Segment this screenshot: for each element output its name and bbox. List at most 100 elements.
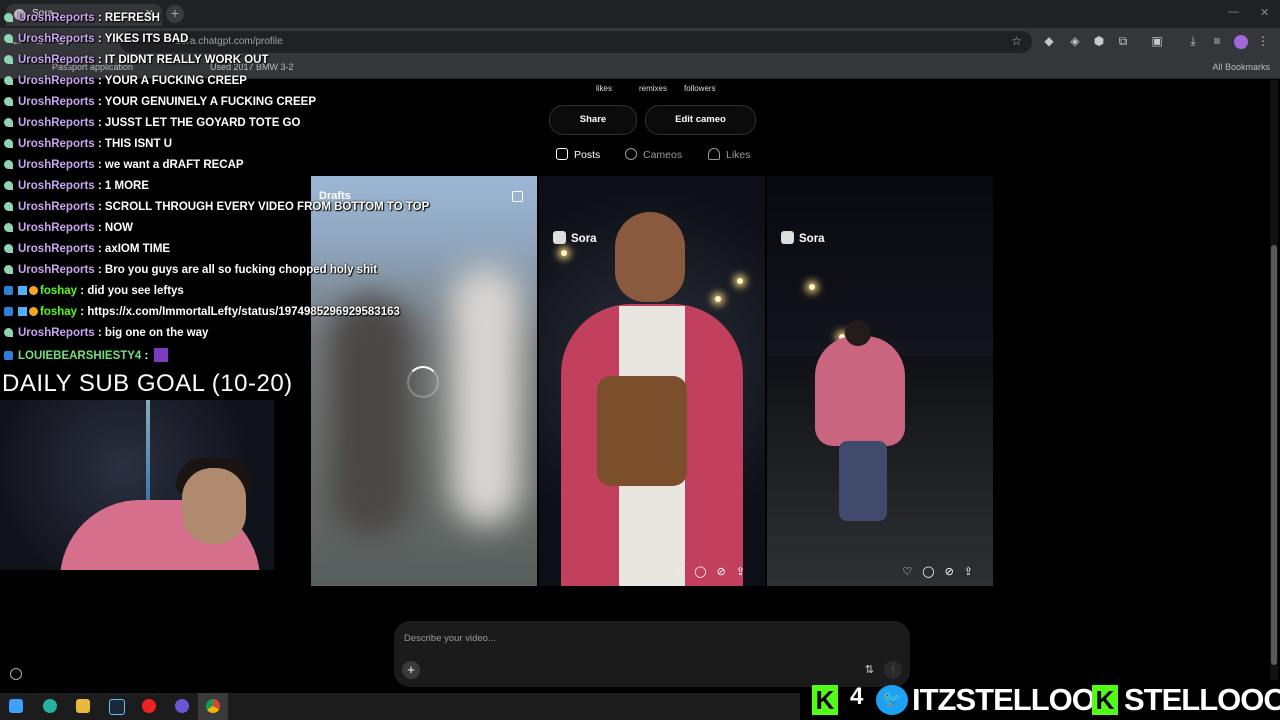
- chat-badge-icon: [4, 286, 13, 295]
- chat-username[interactable]: UroshReports: [18, 54, 95, 66]
- tab-posts[interactable]: Posts: [556, 148, 600, 161]
- chat-text: JUSST LET THE GOYARD TOTE GO: [104, 117, 301, 129]
- close-window-icon[interactable]: ✕: [1260, 6, 1269, 19]
- extensions-puzzle-icon[interactable]: ⧉: [1116, 34, 1130, 48]
- chat-message: foshay : https://x.com/ImmortalLefty/sta…: [0, 306, 420, 327]
- chat-text: 1 MORE: [104, 180, 150, 192]
- comment-icon[interactable]: ◯: [922, 566, 944, 578]
- chat-username[interactable]: UroshReports: [18, 159, 95, 171]
- chat-badge-icon: [4, 265, 13, 274]
- video-card[interactable]: Sora ♡◯⊘⇪: [539, 176, 765, 586]
- remix-icon[interactable]: ⊘: [717, 566, 736, 578]
- chat-separator: :: [94, 243, 105, 255]
- chat-separator: :: [94, 117, 105, 129]
- chat-separator: :: [94, 159, 105, 171]
- minimize-icon[interactable]: —: [1228, 6, 1239, 18]
- chat-username[interactable]: UroshReports: [18, 96, 95, 108]
- socials-banner: K 4 🐦 ITZSTELLOO K STELLOOO: [812, 681, 1280, 718]
- video-card[interactable]: Sora ♡◯⊘⇪: [767, 176, 993, 586]
- chat-username[interactable]: UroshReports: [18, 264, 95, 276]
- chat-badge-icon: [4, 160, 13, 169]
- menu-icon[interactable]: ⋮: [1256, 34, 1270, 48]
- share-icon[interactable]: ⇪: [964, 566, 983, 578]
- twitter-bird-icon: 🐦: [876, 685, 908, 715]
- followers-label[interactable]: followers: [684, 84, 716, 93]
- edge-icon[interactable]: [43, 699, 57, 713]
- discord-icon[interactable]: [175, 699, 189, 713]
- chat-username[interactable]: UroshReports: [18, 180, 95, 192]
- chat-message: UroshReports : JUSST LET THE GOYARD TOTE…: [0, 117, 420, 138]
- start-icon[interactable]: [9, 699, 23, 713]
- bookmark-star-icon[interactable]: ☆: [1011, 34, 1022, 48]
- chat-username[interactable]: UroshReports: [18, 327, 95, 339]
- shield-extension-icon[interactable]: ⬢: [1092, 34, 1106, 48]
- chat-text: big one on the way: [104, 327, 209, 339]
- chat-username[interactable]: UroshReports: [18, 117, 95, 129]
- tab-likes[interactable]: Likes: [708, 148, 751, 161]
- chat-username[interactable]: foshay: [40, 285, 77, 297]
- edit-cameo-button[interactable]: Edit cameo: [645, 105, 756, 135]
- send-button[interactable]: ↑: [884, 661, 902, 679]
- blurred-figure: [451, 266, 521, 526]
- card-actions[interactable]: ♡◯⊘⇪: [902, 565, 983, 578]
- chrome-icon[interactable]: [206, 699, 220, 713]
- prompt-input[interactable]: Describe your video...: [404, 633, 496, 644]
- sub-goal-label: DAILY SUB GOAL (10-20): [2, 370, 293, 397]
- split-view-icon[interactable]: ▣: [1150, 34, 1164, 48]
- chat-username[interactable]: foshay: [40, 306, 77, 318]
- chat-text: SCROLL THROUGH EVERY VIDEO FROM BOTTOM T…: [104, 201, 430, 213]
- add-attachment-button[interactable]: +: [402, 661, 420, 679]
- chat-username[interactable]: UroshReports: [18, 201, 95, 213]
- share-icon[interactable]: ⇪: [736, 566, 755, 578]
- scrollbar-thumb[interactable]: [1271, 245, 1277, 665]
- chat-message: UroshReports : YOUR GENUINELY A FUCKING …: [0, 96, 420, 117]
- pink-hoodie: [815, 336, 905, 446]
- extension-icon[interactable]: ◆: [1042, 34, 1056, 48]
- chat-separator: :: [94, 327, 105, 339]
- chat-username[interactable]: UroshReports: [18, 33, 95, 45]
- chat-username[interactable]: UroshReports: [18, 138, 95, 150]
- chat-separator: :: [94, 33, 105, 45]
- prompt-box[interactable]: Describe your video... + ⇅ ↑: [394, 621, 910, 687]
- heart-icon[interactable]: ♡: [902, 566, 922, 578]
- download-icon[interactable]: ⤓: [1186, 34, 1200, 48]
- street-light: [561, 250, 567, 256]
- help-icon[interactable]: [10, 668, 22, 680]
- extension-icon[interactable]: ◈: [1068, 34, 1082, 48]
- steam-icon[interactable]: [109, 699, 125, 715]
- settings-icon[interactable]: ⇅: [865, 663, 874, 676]
- chat-message: UroshReports : IT DIDNT REALLY WORK OUT: [0, 54, 420, 75]
- profile-avatar[interactable]: [1234, 35, 1248, 49]
- chat-badge-icon: [4, 97, 13, 106]
- sora-logo-icon: [553, 231, 566, 244]
- heart-icon[interactable]: ♡: [674, 566, 694, 578]
- share-button[interactable]: Share: [549, 105, 637, 135]
- card-actions[interactable]: ♡◯⊘⇪: [674, 565, 755, 578]
- all-bookmarks-button[interactable]: All Bookmarks: [1212, 62, 1270, 72]
- chat-text: IT DIDNT REALLY WORK OUT: [104, 54, 269, 66]
- chat-username[interactable]: UroshReports: [18, 243, 95, 255]
- chat-username[interactable]: UroshReports: [18, 12, 95, 24]
- media-icon[interactable]: ≡: [1210, 34, 1224, 48]
- chat-badge-icon: [4, 13, 13, 22]
- comment-icon[interactable]: ◯: [694, 566, 716, 578]
- chat-message: UroshReports : YOUR A FUCKING CREEP: [0, 75, 420, 96]
- remix-icon[interactable]: ⊘: [945, 566, 964, 578]
- sora-logo-icon: [781, 231, 794, 244]
- chat-badge-icon: [4, 307, 13, 316]
- chat-badge-icon: [4, 55, 13, 64]
- chat-text: axIOM TIME: [104, 243, 171, 255]
- file-explorer-icon[interactable]: [76, 699, 90, 713]
- chat-username[interactable]: UroshReports: [18, 222, 95, 234]
- select-icon[interactable]: [512, 191, 523, 202]
- chat-badge-icon: [4, 76, 13, 85]
- sora-label: Sora: [799, 233, 825, 245]
- chat-username[interactable]: LOUIEBEARSHIESTY4: [18, 350, 141, 362]
- posts-icon: [556, 148, 568, 160]
- chat-message: UroshReports : 1 MORE: [0, 180, 420, 201]
- tab-cameos[interactable]: Cameos: [625, 148, 682, 161]
- chat-badge-icon: [18, 286, 27, 295]
- kick-logo-icon: K: [812, 685, 838, 715]
- chat-username[interactable]: UroshReports: [18, 75, 95, 87]
- obs-icon[interactable]: [142, 699, 156, 713]
